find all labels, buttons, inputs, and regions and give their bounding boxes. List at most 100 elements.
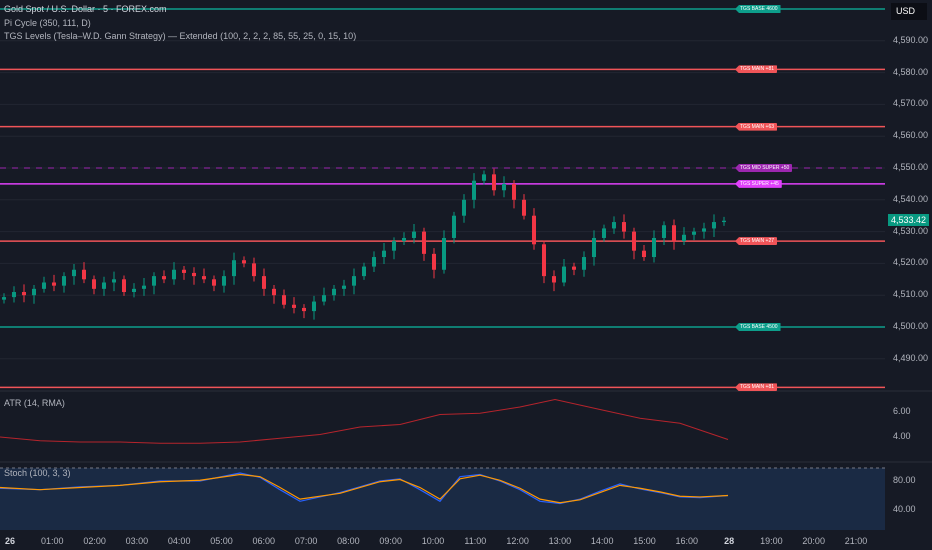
time-axis-tick: 14:00 <box>590 536 614 546</box>
candle <box>212 279 216 286</box>
candle <box>392 241 396 251</box>
time-axis-tick: 16:00 <box>675 536 699 546</box>
candle <box>22 292 26 296</box>
candle <box>372 257 376 267</box>
candle <box>172 269 176 280</box>
candle <box>42 282 46 289</box>
time-axis-tick: 04:00 <box>167 536 191 546</box>
atr-line <box>0 398 729 444</box>
time-axis-tick: 10:00 <box>421 536 445 546</box>
candle <box>692 231 696 235</box>
tgs-legend[interactable]: TGS Levels (Tesla–W.D. Gann Strategy) — … <box>4 31 356 41</box>
candle <box>132 288 136 293</box>
candle <box>342 285 346 289</box>
candle <box>152 276 156 286</box>
tgs-level-label: TGS BASE 4500 <box>735 323 781 331</box>
candle <box>602 228 606 238</box>
candle <box>2 297 6 300</box>
candle <box>32 288 36 296</box>
atr-axis-tick: 4.00 <box>893 431 911 441</box>
price-axis-tick: 4,510.00 <box>893 289 929 300</box>
candle <box>142 285 146 289</box>
time-axis-tick: 09:00 <box>379 536 402 546</box>
price-axis-tick: 4,560.00 <box>893 130 929 141</box>
candle <box>592 237 596 258</box>
time-axis-tick: 19:00 <box>760 536 783 546</box>
price-axis-tick: 4,590.00 <box>893 34 929 45</box>
candle <box>452 215 456 238</box>
tgs-level-label: TGS MAIN +63 <box>735 122 778 131</box>
candle <box>292 304 296 308</box>
time-axis-tick: 06:00 <box>252 536 276 546</box>
candle <box>662 225 666 238</box>
candle <box>282 295 286 305</box>
candle <box>472 180 476 200</box>
time-axis-tick: 15:00 <box>633 536 656 546</box>
candle <box>272 288 276 296</box>
time-axis-tick: 03:00 <box>125 536 149 546</box>
price-axis-tick: 4,530.00 <box>893 225 929 236</box>
candle <box>712 222 716 229</box>
candle <box>362 266 366 277</box>
candle <box>112 279 116 283</box>
candle <box>52 282 56 286</box>
price-axis-tick: 4,500.00 <box>893 321 929 331</box>
candle <box>502 183 506 191</box>
candle <box>582 257 586 270</box>
atr-legend[interactable]: ATR (14, RMA) <box>4 398 65 408</box>
candle <box>322 295 326 302</box>
candle <box>252 263 256 277</box>
candle <box>72 269 76 277</box>
atr-axis-tick: 6.00 <box>893 406 911 416</box>
candle <box>262 276 266 289</box>
time-axis-tick: 28 <box>724 536 735 546</box>
candle <box>102 282 106 289</box>
candle <box>202 276 206 280</box>
time-axis-tick: 13:00 <box>548 536 572 546</box>
pi-cycle-legend[interactable]: Pi Cycle (350, 111, D) <box>4 18 91 28</box>
time-axis-tick: 20:00 <box>802 536 825 546</box>
stoch-axis-tick: 80.00 <box>893 475 916 485</box>
tgs-level-label: TGS BASE 4600 <box>735 5 781 13</box>
candle <box>122 279 126 293</box>
time-axis-tick: 01:00 <box>41 536 64 546</box>
tgs-level-label: TGS MAIN +27 <box>735 237 778 246</box>
candle <box>702 228 706 232</box>
candle <box>722 220 726 223</box>
stoch-legend[interactable]: Stoch (100, 3, 3) <box>4 468 71 478</box>
chart-canvas[interactable] <box>0 0 932 550</box>
candle <box>492 174 496 191</box>
candle <box>432 253 436 270</box>
time-axis-tick: 02:00 <box>83 536 106 546</box>
candle <box>12 292 16 298</box>
candle <box>242 260 246 264</box>
candle <box>652 237 656 258</box>
time-axis-tick: 05:00 <box>210 536 233 546</box>
price-axis-tick: 4,550.00 <box>893 162 929 172</box>
price-axis-tick: 4,540.00 <box>893 193 929 204</box>
time-axis-tick: 21:00 <box>844 536 868 546</box>
candle <box>622 222 626 232</box>
tgs-level-label: TGS MAIN +81 <box>735 383 778 392</box>
candle <box>62 276 66 286</box>
candle <box>632 231 636 251</box>
candle <box>482 174 486 181</box>
last-price-label: 4,533.42 <box>888 214 930 226</box>
time-axis-tick: 12:00 <box>506 536 529 546</box>
candle <box>302 307 306 312</box>
currency-button[interactable]: USD <box>891 3 927 20</box>
candle <box>672 225 676 242</box>
price-axis-tick: 4,520.00 <box>893 257 929 268</box>
candle <box>82 269 86 280</box>
time-axis-tick: 11:00 <box>464 536 487 546</box>
candle <box>522 199 526 216</box>
candle <box>422 231 426 254</box>
symbol-legend[interactable]: Gold Spot / U.S. Dollar · 5 · FOREX.com <box>4 4 167 14</box>
candle <box>412 231 416 238</box>
candle <box>612 222 616 229</box>
price-axis-tick: 4,490.00 <box>893 352 929 363</box>
tgs-level-label: TGS MAIN +81 <box>735 65 778 74</box>
candle <box>512 183 516 200</box>
candle <box>332 288 336 296</box>
candle <box>462 199 466 216</box>
